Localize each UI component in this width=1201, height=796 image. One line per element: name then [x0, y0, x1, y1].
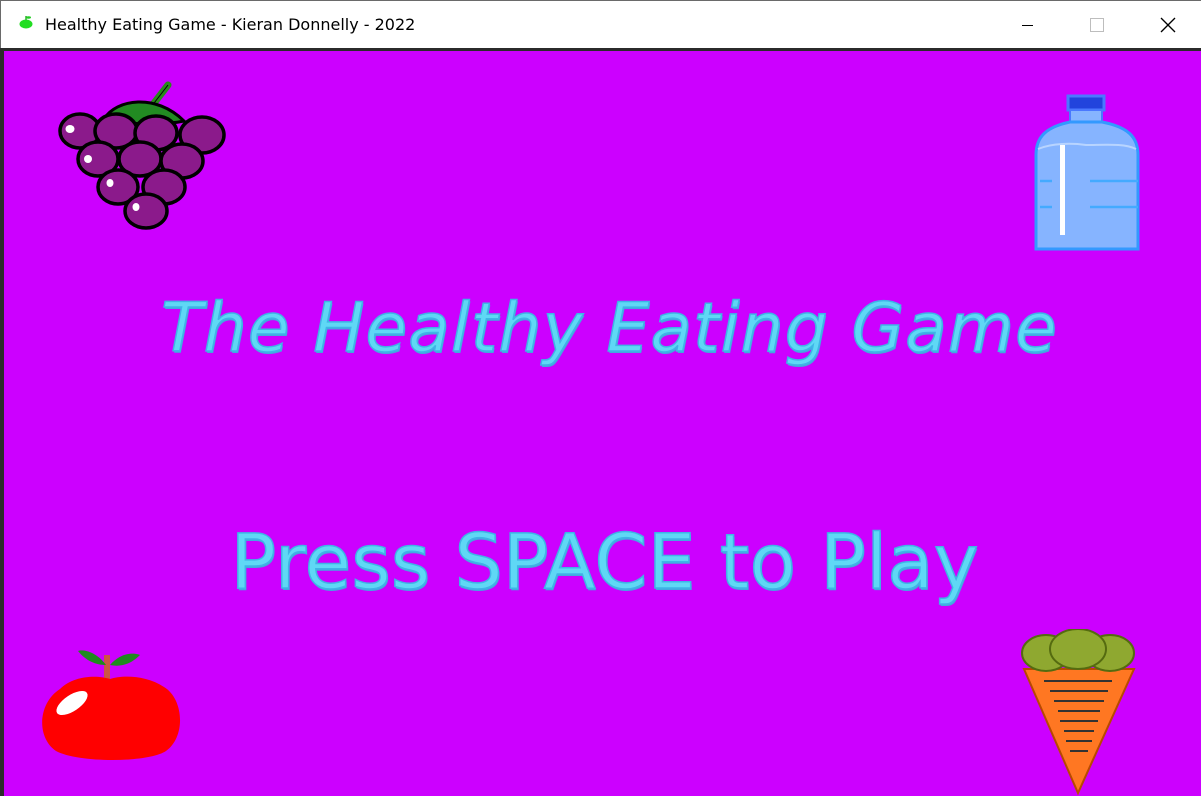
water-bottle-sprite: [1032, 93, 1144, 255]
game-canvas[interactable]: The Healthy Eating Game Press SPACE to P…: [0, 48, 1201, 796]
close-button[interactable]: [1132, 1, 1201, 49]
green-apple-icon: [17, 13, 35, 31]
carrot-sprite: [1016, 629, 1142, 796]
minimize-button[interactable]: [992, 1, 1062, 49]
minimize-icon: [1022, 25, 1033, 26]
game-window: Healthy Eating Game - Kieran Donnelly - …: [0, 0, 1201, 796]
window-title: Healthy Eating Game - Kieran Donnelly - …: [45, 15, 416, 34]
apple-sprite: [38, 641, 188, 771]
title-bar[interactable]: Healthy Eating Game - Kieran Donnelly - …: [0, 0, 1201, 48]
grapes-sprite: [56, 81, 232, 233]
game-title: The Healthy Eating Game: [160, 288, 1058, 369]
press-space-prompt: Press SPACE to Play: [230, 516, 980, 607]
close-icon: [1160, 17, 1176, 33]
maximize-icon: [1090, 18, 1104, 32]
maximize-button[interactable]: [1062, 1, 1132, 49]
